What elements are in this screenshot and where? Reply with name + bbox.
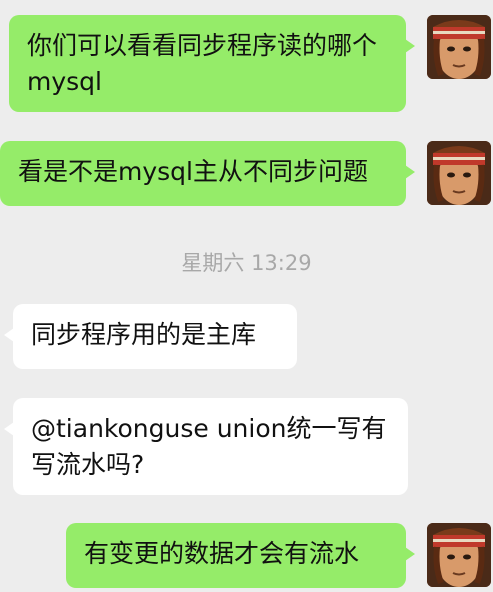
user-avatar[interactable]	[427, 523, 491, 587]
message-text: 你们可以看看同步程序读的哪个mysql	[27, 31, 378, 96]
cartoon-pirate-avatar-icon	[427, 141, 491, 205]
message-text: 有变更的数据才会有流水	[84, 539, 360, 568]
message-text: 同步程序用的是主库	[31, 320, 257, 349]
message-timestamp: 星期六 13:29	[181, 251, 312, 275]
message-text: @tiankonguse union统一写有写流水吗?	[31, 414, 387, 479]
user-avatar[interactable]	[427, 141, 491, 205]
message-text: 看是不是mysql主从不同步问题	[18, 157, 368, 186]
message-bubble-incoming[interactable]: @tiankonguse union统一写有写流水吗?	[4, 398, 408, 495]
user-avatar[interactable]	[427, 15, 491, 79]
message-bubble-outgoing[interactable]: 看是不是mysql主从不同步问题	[0, 141, 415, 206]
message-bubble-outgoing[interactable]: 你们可以看看同步程序读的哪个mysql	[9, 15, 415, 112]
message-bubble-incoming[interactable]: 同步程序用的是主库	[4, 304, 297, 369]
cartoon-pirate-avatar-icon	[427, 523, 491, 587]
cartoon-pirate-avatar-icon	[427, 15, 491, 79]
message-bubble-outgoing[interactable]: 有变更的数据才会有流水	[66, 523, 415, 588]
